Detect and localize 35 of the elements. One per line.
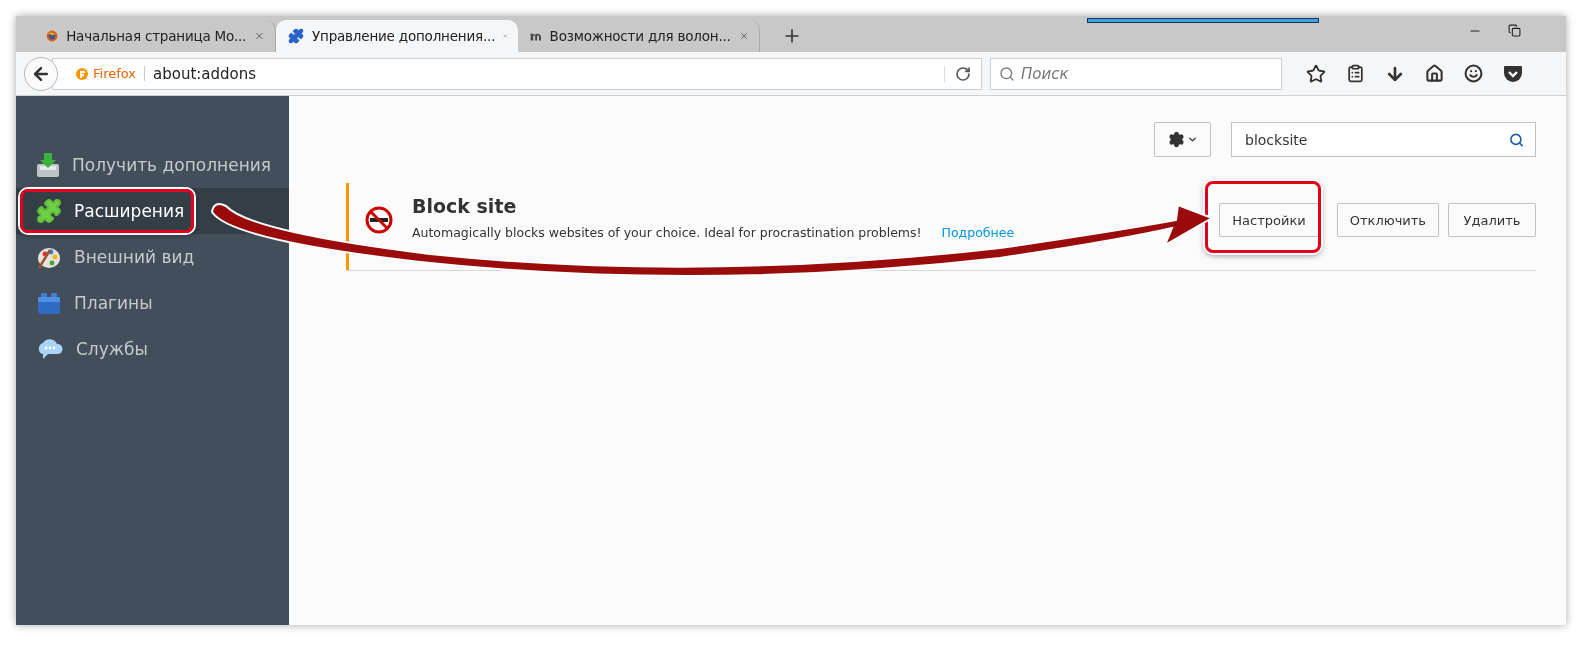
url-text: about:addons [153,64,258,83]
sidebar-item[interactable]: Получить дополнения [16,142,289,188]
addon-action-button[interactable]: Отключить [1336,203,1439,237]
sidebar-item[interactable]: Внешний вид [16,234,289,280]
caret-icon [1186,134,1198,145]
puzzle-icon [36,198,62,224]
addon-action-button[interactable]: Настройки [1219,203,1319,237]
reading-list-icon[interactable] [1346,64,1365,83]
home-icon[interactable] [1425,64,1444,83]
download-tray-icon [36,152,60,178]
no-www-icon [364,205,394,235]
addon-search-field[interactable]: blocksite [1231,122,1536,157]
gear-icon [1167,131,1185,148]
search-icon [1509,132,1524,147]
addon-description: Automagically blocks websites of your choice. Ideal for procrastination problems! [412,225,922,240]
address-field[interactable]: Firefox about:addons [52,57,982,90]
search-icon [999,65,1015,82]
addon-action-button[interactable]: Удалить [1448,203,1536,237]
browser-logo-icon [75,66,89,81]
brick-icon [36,291,62,315]
sidebar-item[interactable]: Плагины [16,280,289,326]
restore-icon[interactable] [1508,24,1521,37]
back-button[interactable] [24,56,58,91]
star-icon[interactable] [1306,63,1326,84]
search-field[interactable]: Поиск [990,57,1282,90]
addon-name: Block site [412,195,518,217]
chat-cloud-icon [36,336,64,362]
pocket-icon[interactable] [1503,64,1523,83]
sidebar-item[interactable]: Расширения [16,188,289,234]
sidebar-item[interactable]: Службы [16,326,289,372]
smile-icon[interactable] [1464,64,1483,83]
settings-button[interactable] [1154,122,1211,157]
browser-tab[interactable]: Управление дополнения... [276,20,518,52]
puzzle-icon [288,28,304,44]
site-identity[interactable]: Firefox [75,66,146,81]
